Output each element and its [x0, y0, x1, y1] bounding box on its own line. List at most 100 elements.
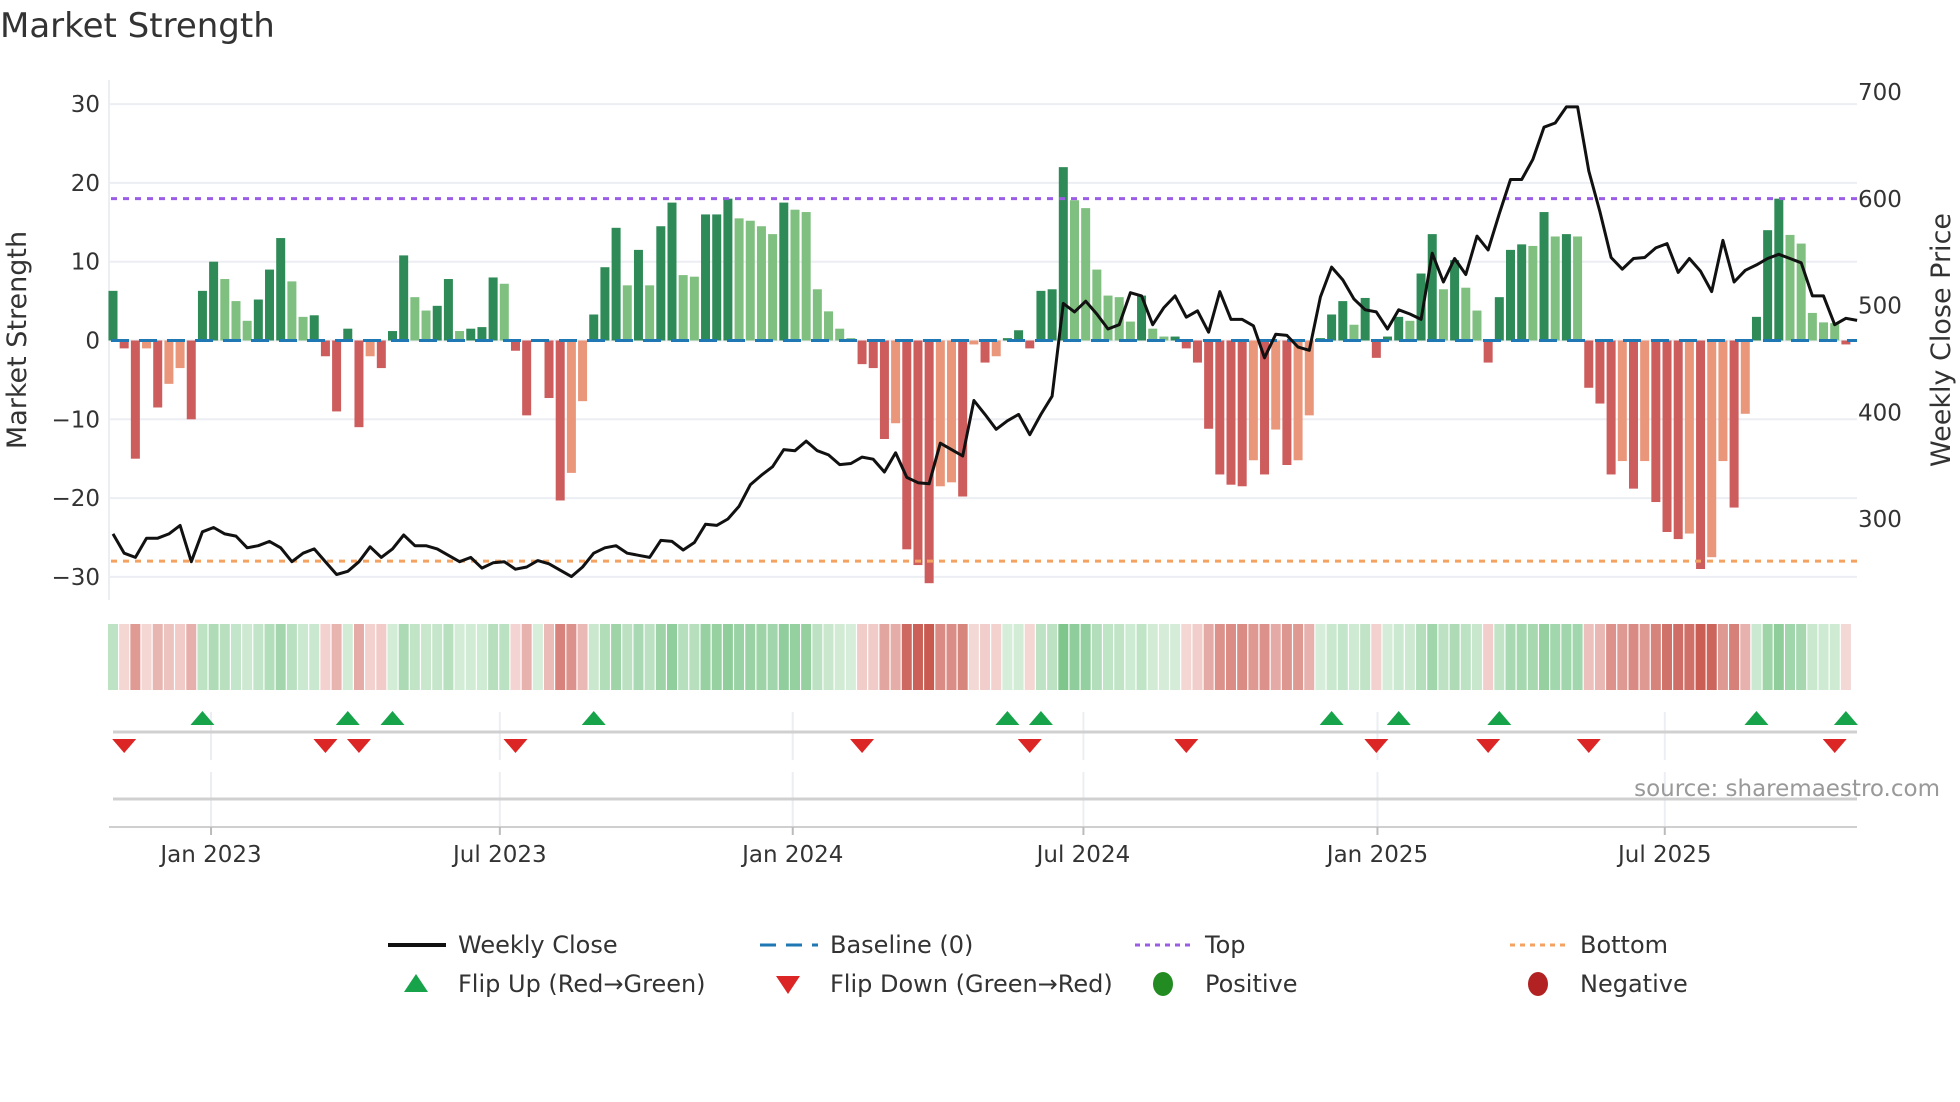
heat-cell: [1237, 624, 1248, 690]
positive-bar: [343, 328, 353, 341]
negative-bar: [913, 340, 923, 566]
positive-bar: [1819, 322, 1829, 341]
heat-cell: [734, 624, 745, 690]
heat-cell: [588, 624, 599, 690]
positive-bar: [220, 279, 230, 341]
heat-cell: [186, 624, 197, 690]
heat-cell: [521, 624, 532, 690]
heat-cell: [1583, 624, 1594, 690]
y2-tick-label: 300: [1858, 507, 1902, 533]
heat-cell: [946, 624, 957, 690]
positive-bar: [734, 218, 744, 341]
triangle-up-icon: [404, 974, 428, 992]
positive-bar: [768, 234, 778, 341]
heat-cell: [387, 624, 398, 690]
positive-bar: [209, 261, 219, 341]
negative-bar: [947, 340, 956, 483]
heat-cell: [532, 624, 543, 690]
heat-cell: [689, 624, 700, 690]
positive-bar: [298, 316, 308, 341]
legend-label: Negative: [1580, 970, 1688, 998]
heat-cell: [510, 624, 521, 690]
heat-cell: [1505, 624, 1516, 690]
positive-bar: [1427, 234, 1437, 341]
heat-cell: [286, 624, 297, 690]
positive-bar: [1327, 314, 1337, 341]
positive-bar: [287, 281, 297, 341]
positive-bar: [1405, 320, 1415, 341]
negative-bar: [857, 340, 867, 365]
positive-bar: [1394, 316, 1404, 341]
heat-cell: [1315, 624, 1326, 690]
negative-bar: [1192, 340, 1202, 363]
flip-up-marker: [1487, 711, 1512, 725]
positive-bar: [276, 238, 286, 341]
flip-down-marker: [1174, 739, 1199, 753]
negative-bar: [365, 340, 375, 357]
heat-cell: [611, 624, 622, 690]
heat-cell: [1717, 624, 1728, 690]
heat-cell: [1740, 624, 1751, 690]
heat-cell: [1617, 624, 1628, 690]
heat-cell: [1773, 624, 1784, 690]
y2-axis-title: Weekly Close Price: [1926, 213, 1957, 467]
heat-cell: [879, 624, 890, 690]
heat-cell: [555, 624, 566, 690]
reference-lines: [111, 197, 1857, 563]
negative-bar: [991, 340, 1001, 357]
positive-bar: [712, 214, 722, 341]
negative-bar: [1226, 340, 1236, 485]
heat-cell: [1572, 624, 1583, 690]
negative-bar: [1282, 340, 1292, 466]
y-tick-label: −20: [51, 486, 100, 512]
negative-bar: [186, 340, 196, 420]
heat-cell: [622, 624, 633, 690]
heat-cell: [1751, 624, 1762, 690]
negative-bar: [376, 340, 386, 369]
heat-cell: [1471, 624, 1482, 690]
positive-bar: [1103, 295, 1113, 341]
heat-cell: [152, 624, 163, 690]
heat-cell: [1348, 624, 1359, 690]
heat-cell: [1829, 624, 1840, 690]
y-tick-label: 30: [71, 92, 100, 118]
heat-cell: [242, 624, 253, 690]
positive-bar: [1573, 236, 1583, 341]
negative-bar: [1215, 340, 1225, 475]
heat-cell: [767, 624, 778, 690]
x-tick-label: Jul 2025: [1616, 842, 1712, 868]
heat-cell: [1594, 624, 1605, 690]
positive-bar: [835, 328, 845, 341]
negative-bar: [1293, 340, 1303, 461]
positive-bar: [678, 275, 688, 341]
heat-cell: [1013, 624, 1024, 690]
heat-cell: [991, 624, 1002, 690]
negative-bar: [1684, 340, 1694, 534]
heat-cell: [208, 624, 219, 690]
positive-bar: [1506, 249, 1515, 341]
positive-bar: [790, 209, 800, 341]
heat-cell: [1371, 624, 1382, 690]
positive-bar: [1338, 301, 1348, 341]
heat-cell: [1270, 624, 1281, 690]
negative-bar: [902, 340, 912, 550]
heat-cell: [1293, 624, 1304, 690]
positive-bar: [622, 285, 632, 341]
heat-cell: [320, 624, 331, 690]
positive-bar: [723, 198, 733, 341]
heat-cell: [1628, 624, 1639, 690]
heat-cell: [1360, 624, 1371, 690]
positive-bar: [801, 212, 811, 341]
positive-bar: [1069, 200, 1079, 341]
heat-cell: [968, 624, 979, 690]
heat-cell: [1427, 624, 1438, 690]
heat-cell: [488, 624, 499, 690]
y-axis-title: Market Strength: [2, 231, 33, 449]
flip-up-marker: [995, 711, 1020, 725]
heat-strip: [108, 624, 1851, 690]
heat-cell: [365, 624, 376, 690]
positive-bar: [421, 310, 431, 341]
heat-cell: [1192, 624, 1203, 690]
positive-bar: [812, 289, 822, 341]
heat-cell: [1796, 624, 1807, 690]
